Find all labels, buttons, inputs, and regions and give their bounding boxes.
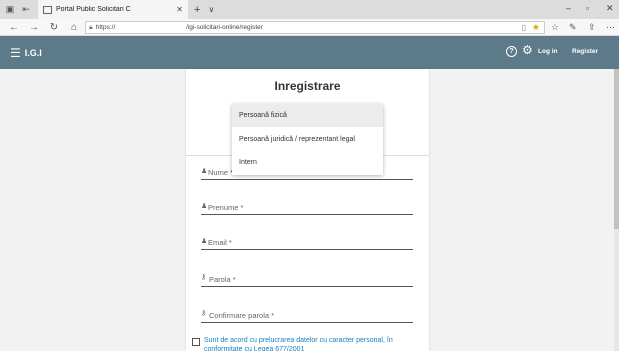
new-tab-icon[interactable]: + — [194, 4, 200, 16]
favorite-star-icon[interactable]: ★ — [532, 22, 540, 33]
forward-icon[interactable]: → — [28, 22, 40, 33]
close-window-icon[interactable]: ✕ — [606, 3, 614, 14]
person-icon: ♟ — [201, 168, 208, 175]
login-link[interactable]: Log in — [538, 48, 558, 55]
maximize-icon[interactable]: ▫ — [586, 3, 589, 13]
url-path: /igi-solicitari-online/register — [186, 24, 263, 31]
email-field[interactable]: ♟ Email * — [201, 234, 413, 250]
key-icon: ⚷ — [201, 274, 207, 281]
set-tabs-aside-icon[interactable]: ⇤ — [20, 4, 32, 16]
chevron-down-icon[interactable]: ∨ — [208, 5, 214, 14]
browser-toolbar: ← → ↻ ⌂ 🔒︎ https:// /igi-solicitari-onli… — [0, 19, 619, 36]
key-icon: ⚷ — [201, 310, 207, 317]
terms-checkbox[interactable] — [192, 338, 200, 346]
password-label: Parola * — [209, 275, 236, 284]
reading-view-icon[interactable]: ▯ — [522, 23, 526, 32]
tab-actions-icon[interactable]: ▣ — [4, 4, 16, 16]
refresh-icon[interactable]: ↻ — [48, 22, 60, 33]
minimize-icon[interactable]: – — [566, 3, 571, 13]
page-favicon-icon — [43, 5, 52, 14]
terms-link[interactable]: Sunt de acord cu prelucrarea datelor cu … — [204, 336, 422, 351]
option-persoana-juridica[interactable]: Persoană juridică / reprezentant legal — [232, 128, 383, 151]
nume-label: Nume * — [208, 168, 234, 177]
close-tab-icon[interactable]: ✕ — [176, 5, 183, 14]
app-header: ☰ I.G.I ? ⚙ Log in Register — [0, 36, 619, 69]
scrollbar-thumb[interactable] — [614, 69, 619, 229]
url-prefix: https:// — [95, 24, 116, 31]
back-icon[interactable]: ← — [8, 22, 20, 33]
home-icon[interactable]: ⌂ — [68, 22, 80, 33]
confirm-password-label: Confirmare parola * — [209, 311, 275, 320]
prenume-label: Prenume * — [208, 203, 244, 212]
password-field[interactable]: ⚷ Parola * — [201, 271, 413, 287]
person-icon: ♟ — [201, 203, 208, 210]
person-icon: ♟ — [201, 238, 208, 245]
address-bar[interactable]: 🔒︎ https:// /igi-solicitari-online/regis… — [85, 21, 545, 34]
confirm-password-field[interactable]: ⚷ Confirmare parola * — [201, 307, 413, 323]
option-persoana-fizica[interactable]: Persoană fizică — [232, 104, 383, 127]
option-intern[interactable]: Intern — [232, 151, 383, 174]
help-icon[interactable]: ? — [506, 46, 517, 57]
pen-icon[interactable]: ✎ — [569, 22, 577, 33]
more-icon[interactable]: ⋯ — [606, 22, 615, 33]
browser-tab[interactable]: Portal Public Solicitari C ✕ — [38, 0, 188, 19]
tab-title: Portal Public Solicitari C — [56, 6, 131, 13]
brand-title[interactable]: I.G.I — [25, 48, 42, 58]
page-scrollbar[interactable] — [614, 69, 619, 351]
lock-icon: 🔒︎ — [89, 23, 93, 31]
page-title: Inregistrare — [274, 79, 341, 93]
favorites-icon[interactable]: ☆ — [551, 22, 559, 33]
gear-icon[interactable]: ⚙ — [522, 43, 533, 57]
email-label: Email * — [208, 238, 232, 247]
browser-tabstrip: ▣ ⇤ Portal Public Solicitari C ✕ + ∨ – ▫… — [0, 0, 619, 19]
person-type-dropdown: Persoană fizică Persoană juridică / repr… — [232, 104, 383, 175]
register-link[interactable]: Register — [572, 48, 598, 55]
hamburger-menu-icon[interactable]: ☰ — [10, 46, 21, 60]
prenume-field[interactable]: ♟ Prenume * — [201, 199, 413, 215]
share-icon[interactable]: ⇪ — [588, 22, 596, 33]
